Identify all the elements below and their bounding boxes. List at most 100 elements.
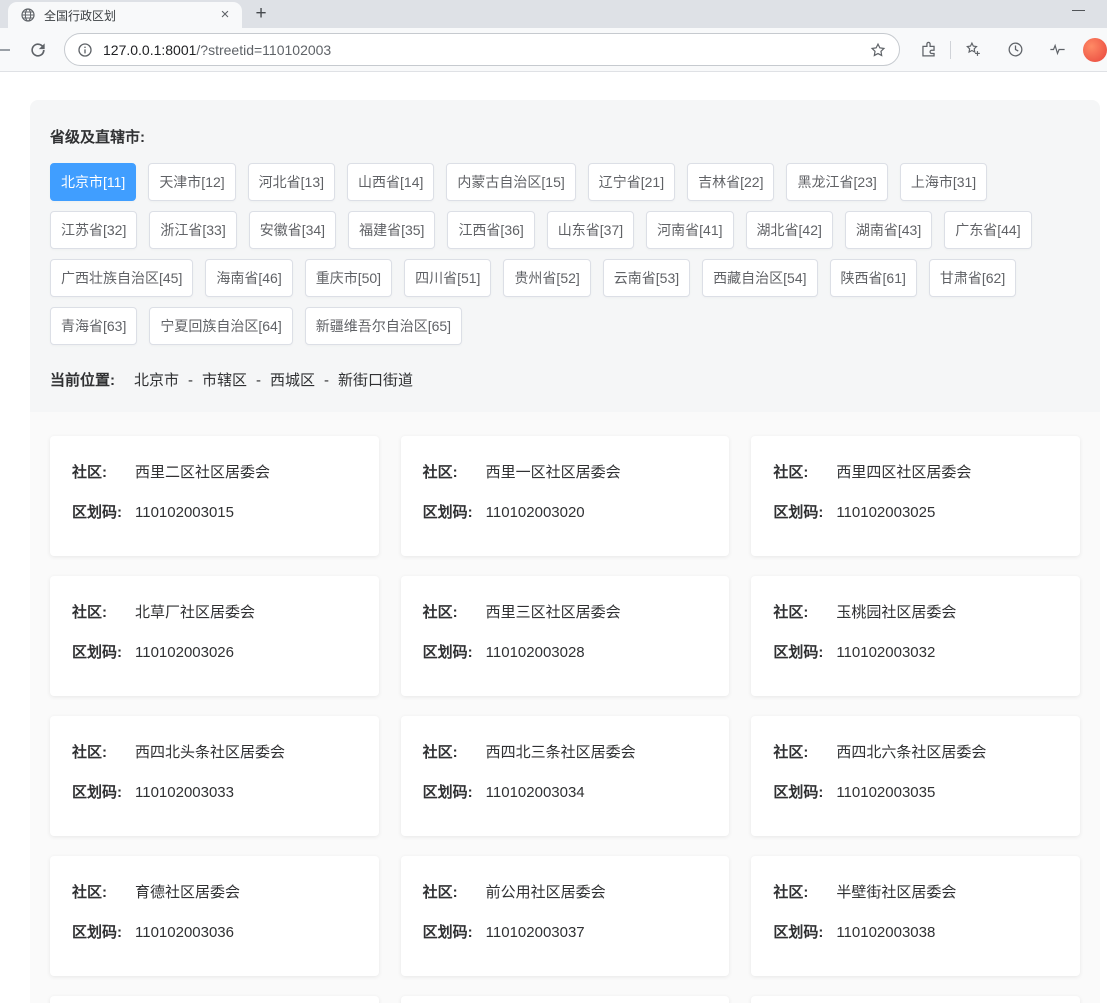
province-button[interactable]: 西藏自治区[54] xyxy=(702,259,817,297)
province-button[interactable]: 广西壮族自治区[45] xyxy=(50,259,193,297)
division-code-label: 区划码: xyxy=(423,503,486,522)
community-name: 北草厂社区居委会 xyxy=(135,603,255,622)
profile-avatar[interactable] xyxy=(1083,38,1107,62)
province-button[interactable]: 甘肃省[62] xyxy=(929,259,1016,297)
globe-favicon-icon xyxy=(20,7,36,23)
breadcrumb-separator: - xyxy=(324,372,329,389)
community-card-partial xyxy=(401,996,730,1003)
browser-tab[interactable]: 全国行政区划 × xyxy=(8,2,242,28)
province-button[interactable]: 青海省[63] xyxy=(50,307,137,345)
province-button[interactable]: 四川省[51] xyxy=(404,259,491,297)
province-button[interactable]: 辽宁省[21] xyxy=(588,163,675,201)
province-button[interactable]: 江苏省[32] xyxy=(50,211,137,249)
division-code-value: 110102003032 xyxy=(836,643,935,662)
community-name: 西四北六条社区居委会 xyxy=(836,743,986,762)
division-code-value: 110102003036 xyxy=(135,923,234,942)
community-card: 社区:半壁街社区居委会区划码:110102003038 xyxy=(751,856,1080,976)
community-name: 西里四区社区居委会 xyxy=(836,463,971,482)
url-host: 127.0.0.1:8001 xyxy=(103,42,196,58)
province-button[interactable]: 河北省[13] xyxy=(248,163,335,201)
division-code-label: 区划码: xyxy=(72,643,135,662)
community-card: 社区:玉桃园社区居委会区划码:110102003032 xyxy=(751,576,1080,696)
province-button[interactable]: 湖南省[43] xyxy=(845,211,932,249)
browser-essentials-icon[interactable] xyxy=(1043,36,1071,64)
province-button[interactable]: 云南省[53] xyxy=(603,259,690,297)
community-label: 社区: xyxy=(773,463,836,482)
community-label: 社区: xyxy=(423,603,486,622)
province-button[interactable]: 山东省[37] xyxy=(547,211,634,249)
division-code-value: 110102003037 xyxy=(486,923,585,942)
community-label: 社区: xyxy=(72,603,135,622)
community-card: 社区:西里一区社区居委会区划码:110102003020 xyxy=(401,436,730,556)
breadcrumb: 当前位置:北京市-市辖区-西城区-新街口街道 xyxy=(50,369,1080,394)
province-button[interactable]: 黑龙江省[23] xyxy=(786,163,887,201)
community-name: 西四北三条社区居委会 xyxy=(486,743,636,762)
toolbar-icon-group xyxy=(914,36,1107,64)
division-code-value: 110102003033 xyxy=(135,783,234,802)
province-button[interactable]: 宁夏回族自治区[64] xyxy=(149,307,292,345)
breadcrumb-item[interactable]: 新街口街道 xyxy=(338,372,413,389)
province-button[interactable]: 贵州省[52] xyxy=(503,259,590,297)
breadcrumb-separator: - xyxy=(256,372,261,389)
community-name: 西里三区社区居委会 xyxy=(486,603,621,622)
division-code-value: 110102003035 xyxy=(836,783,935,802)
site-info-icon[interactable] xyxy=(77,42,93,58)
favorites-icon[interactable] xyxy=(959,36,987,64)
reload-button[interactable] xyxy=(24,36,52,64)
community-label: 社区: xyxy=(423,743,486,762)
community-card: 社区:西里四区社区居委会区划码:110102003025 xyxy=(751,436,1080,556)
province-button[interactable]: 山西省[14] xyxy=(347,163,434,201)
division-code-value: 110102003028 xyxy=(486,643,585,662)
community-card: 社区:西四北三条社区居委会区划码:110102003034 xyxy=(401,716,730,836)
province-button[interactable]: 吉林省[22] xyxy=(687,163,774,201)
province-button[interactable]: 福建省[35] xyxy=(348,211,435,249)
tab-close-icon[interactable]: × xyxy=(216,6,234,24)
division-code-value: 110102003026 xyxy=(135,643,234,662)
division-code-value: 110102003025 xyxy=(836,503,935,522)
province-button[interactable]: 新疆维吾尔自治区[65] xyxy=(305,307,462,345)
division-code-label: 区划码: xyxy=(423,923,486,942)
province-button[interactable]: 河南省[41] xyxy=(646,211,733,249)
province-button[interactable]: 内蒙古自治区[15] xyxy=(446,163,575,201)
breadcrumb-item[interactable]: 西城区 xyxy=(270,372,315,389)
province-button[interactable]: 湖北省[42] xyxy=(746,211,833,249)
bookmark-star-icon[interactable] xyxy=(869,41,887,59)
tab-title: 全国行政区划 xyxy=(44,7,216,24)
extensions-icon[interactable] xyxy=(914,36,942,64)
breadcrumb-separator: - xyxy=(188,372,193,389)
province-button[interactable]: 海南省[46] xyxy=(205,259,292,297)
community-label: 社区: xyxy=(72,883,135,902)
community-card: 社区:西四北头条社区居委会区划码:110102003033 xyxy=(50,716,379,836)
new-tab-button[interactable]: + xyxy=(248,2,274,28)
province-button[interactable]: 重庆市[50] xyxy=(305,259,392,297)
province-button[interactable]: 天津市[12] xyxy=(148,163,235,201)
community-name: 西里一区社区居委会 xyxy=(486,463,621,482)
browser-toolbar: 127.0.0.1:8001/?streetid=110102003 xyxy=(0,28,1107,72)
url-text: 127.0.0.1:8001/?streetid=110102003 xyxy=(103,42,331,58)
breadcrumb-item[interactable]: 市辖区 xyxy=(202,372,247,389)
community-card: 社区:前公用社区居委会区划码:110102003037 xyxy=(401,856,730,976)
address-bar[interactable]: 127.0.0.1:8001/?streetid=110102003 xyxy=(64,33,900,66)
community-card: 社区:西里三区社区居委会区划码:110102003028 xyxy=(401,576,730,696)
community-card-grid: 社区:西里二区社区居委会区划码:110102003015社区:西里一区社区居委会… xyxy=(30,412,1100,1003)
community-label: 社区: xyxy=(773,743,836,762)
breadcrumb-item[interactable]: 北京市 xyxy=(134,372,179,389)
province-button[interactable]: 广东省[44] xyxy=(944,211,1031,249)
main-panel: 省级及直辖市: 北京市[11]天津市[12]河北省[13]山西省[14]内蒙古自… xyxy=(30,100,1100,1003)
province-button[interactable]: 北京市[11] xyxy=(50,163,136,201)
division-code-label: 区划码: xyxy=(773,783,836,802)
community-name: 前公用社区居委会 xyxy=(486,883,606,902)
province-button[interactable]: 陕西省[61] xyxy=(830,259,917,297)
province-button[interactable]: 浙江省[33] xyxy=(149,211,236,249)
community-card: 社区:北草厂社区居委会区划码:110102003026 xyxy=(50,576,379,696)
minimize-button[interactable]: — xyxy=(1072,2,1085,17)
province-button[interactable]: 江西省[36] xyxy=(447,211,534,249)
division-code-label: 区划码: xyxy=(72,923,135,942)
province-button[interactable]: 安徽省[34] xyxy=(249,211,336,249)
community-label: 社区: xyxy=(423,883,486,902)
history-icon[interactable] xyxy=(1001,36,1029,64)
division-code-label: 区划码: xyxy=(773,923,836,942)
back-icon[interactable] xyxy=(0,49,10,51)
province-button[interactable]: 上海市[31] xyxy=(900,163,987,201)
division-code-value: 110102003020 xyxy=(486,503,585,522)
